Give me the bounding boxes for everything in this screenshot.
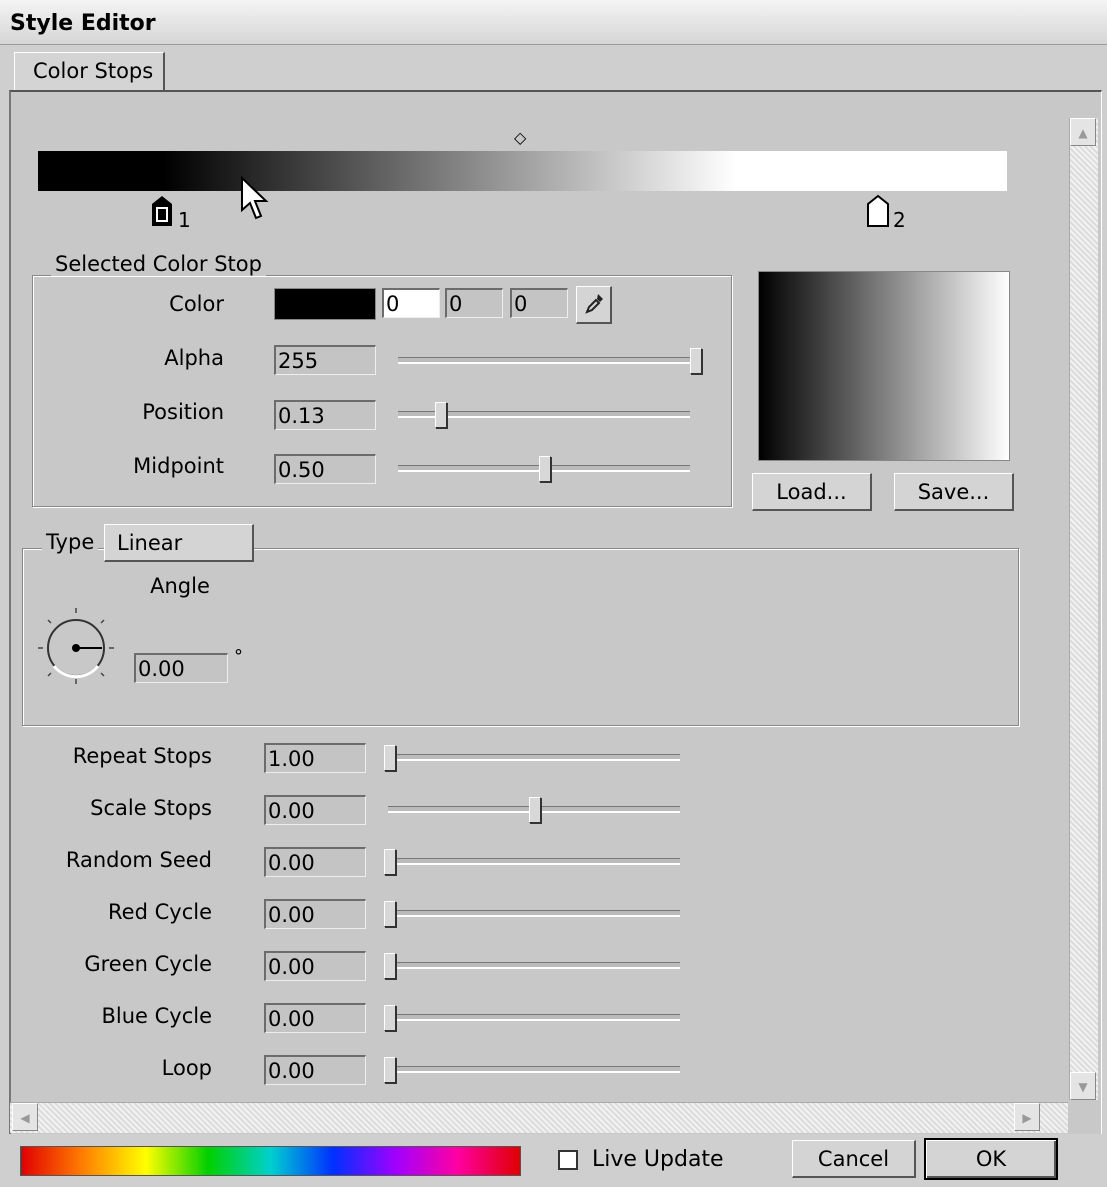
slider-value-input[interactable]: 0.00 (264, 899, 366, 929)
red-input[interactable]: 0 (382, 288, 440, 318)
slider-label: Random Seed (65, 848, 212, 872)
scroll-up-icon[interactable]: ▲ (1070, 118, 1096, 146)
slider-label: Red Cycle (108, 900, 212, 924)
position-label: Position (142, 400, 224, 424)
slider-value-input[interactable]: 0.00 (264, 1003, 366, 1033)
slider-track[interactable] (384, 962, 680, 969)
slider-value-input[interactable]: 0.00 (264, 847, 366, 877)
save-button[interactable]: Save... (894, 473, 1014, 511)
tab-color-stops[interactable]: Color Stops (14, 52, 165, 91)
mouse-cursor-icon (240, 175, 270, 226)
load-button[interactable]: Load... (752, 473, 872, 511)
angle-label: Angle (150, 574, 210, 598)
slider-thumb[interactable] (384, 953, 396, 979)
position-slider-thumb[interactable] (434, 402, 447, 428)
slider-value-input[interactable]: 1.00 (264, 743, 366, 773)
slider-label: Scale Stops (90, 796, 212, 820)
midpoint-label: Midpoint (133, 454, 224, 478)
group-title: Selected Color Stop (51, 252, 266, 276)
blue-input[interactable]: 0 (510, 288, 568, 318)
gradient-bar[interactable] (38, 151, 1007, 191)
slider-track[interactable] (384, 1066, 680, 1073)
slider-track[interactable] (384, 910, 680, 917)
green-input[interactable]: 0 (445, 288, 503, 318)
type-label: Type (42, 530, 99, 554)
color-stop-marker-1[interactable] (150, 194, 174, 232)
alpha-input[interactable]: 255 (274, 345, 376, 375)
tab-label: Color Stops (33, 59, 154, 83)
midpoint-input[interactable]: 0.50 (274, 454, 376, 484)
angle-input[interactable]: 0.00 (134, 653, 228, 683)
stop-number: 2 (893, 208, 906, 232)
alpha-label: Alpha (164, 346, 224, 370)
title-bar: Style Editor (0, 0, 1107, 45)
gradient-preview (758, 271, 1010, 461)
color-spectrum-bar[interactable] (20, 1146, 521, 1176)
midpoint-diamond-icon[interactable]: ◇ (514, 128, 526, 147)
slider-track[interactable] (384, 754, 680, 761)
angle-dial[interactable] (36, 606, 116, 690)
position-input[interactable]: 0.13 (274, 400, 376, 430)
slider-value-input[interactable]: 0.00 (264, 795, 366, 825)
color-swatch[interactable] (274, 288, 376, 320)
eyedropper-icon (584, 294, 603, 314)
scroll-down-icon[interactable]: ▼ (1070, 1072, 1096, 1100)
slider-label: Repeat Stops (72, 744, 212, 768)
type-dropdown[interactable]: Linear (104, 524, 254, 562)
slider-track[interactable] (384, 858, 680, 865)
slider-thumb[interactable] (384, 1005, 396, 1031)
window-title: Style Editor (10, 11, 156, 36)
scroll-left-icon[interactable]: ◀ (12, 1103, 38, 1131)
color-label: Color (169, 292, 224, 316)
live-update-checkbox[interactable] (558, 1150, 578, 1170)
angle-dial-icon (38, 608, 114, 684)
eyedropper-button[interactable] (576, 286, 612, 324)
horizontal-scrollbar[interactable]: ◀ ▶ (10, 1102, 1068, 1133)
slider-track[interactable] (384, 1014, 680, 1021)
cancel-button[interactable]: Cancel (792, 1140, 916, 1178)
degree-symbol: ° (234, 646, 243, 667)
slider-thumb[interactable] (384, 901, 396, 927)
slider-label: Blue Cycle (101, 1004, 212, 1028)
slider-label: Loop (161, 1056, 212, 1080)
alpha-slider-thumb[interactable] (690, 348, 702, 374)
slider-thumb[interactable] (384, 1057, 396, 1083)
scroll-right-icon[interactable]: ▶ (1014, 1103, 1040, 1131)
slider-thumb[interactable] (529, 797, 541, 823)
stop-selected-icon (152, 196, 172, 226)
vertical-scrollbar[interactable]: ▲ ▼ (1069, 118, 1098, 1100)
alpha-slider-track[interactable] (398, 357, 698, 364)
stop-number: 1 (178, 208, 191, 232)
midpoint-slider-thumb[interactable] (539, 456, 551, 482)
ok-button[interactable]: OK (924, 1138, 1058, 1180)
color-stop-marker-2[interactable] (866, 194, 890, 232)
slider-thumb[interactable] (384, 849, 396, 875)
stop-icon (867, 194, 889, 227)
slider-value-input[interactable]: 0.00 (264, 951, 366, 981)
slider-value-input[interactable]: 0.00 (264, 1055, 366, 1085)
slider-label: Green Cycle (84, 952, 212, 976)
slider-thumb[interactable] (384, 745, 396, 771)
live-update-label: Live Update (592, 1147, 724, 1172)
